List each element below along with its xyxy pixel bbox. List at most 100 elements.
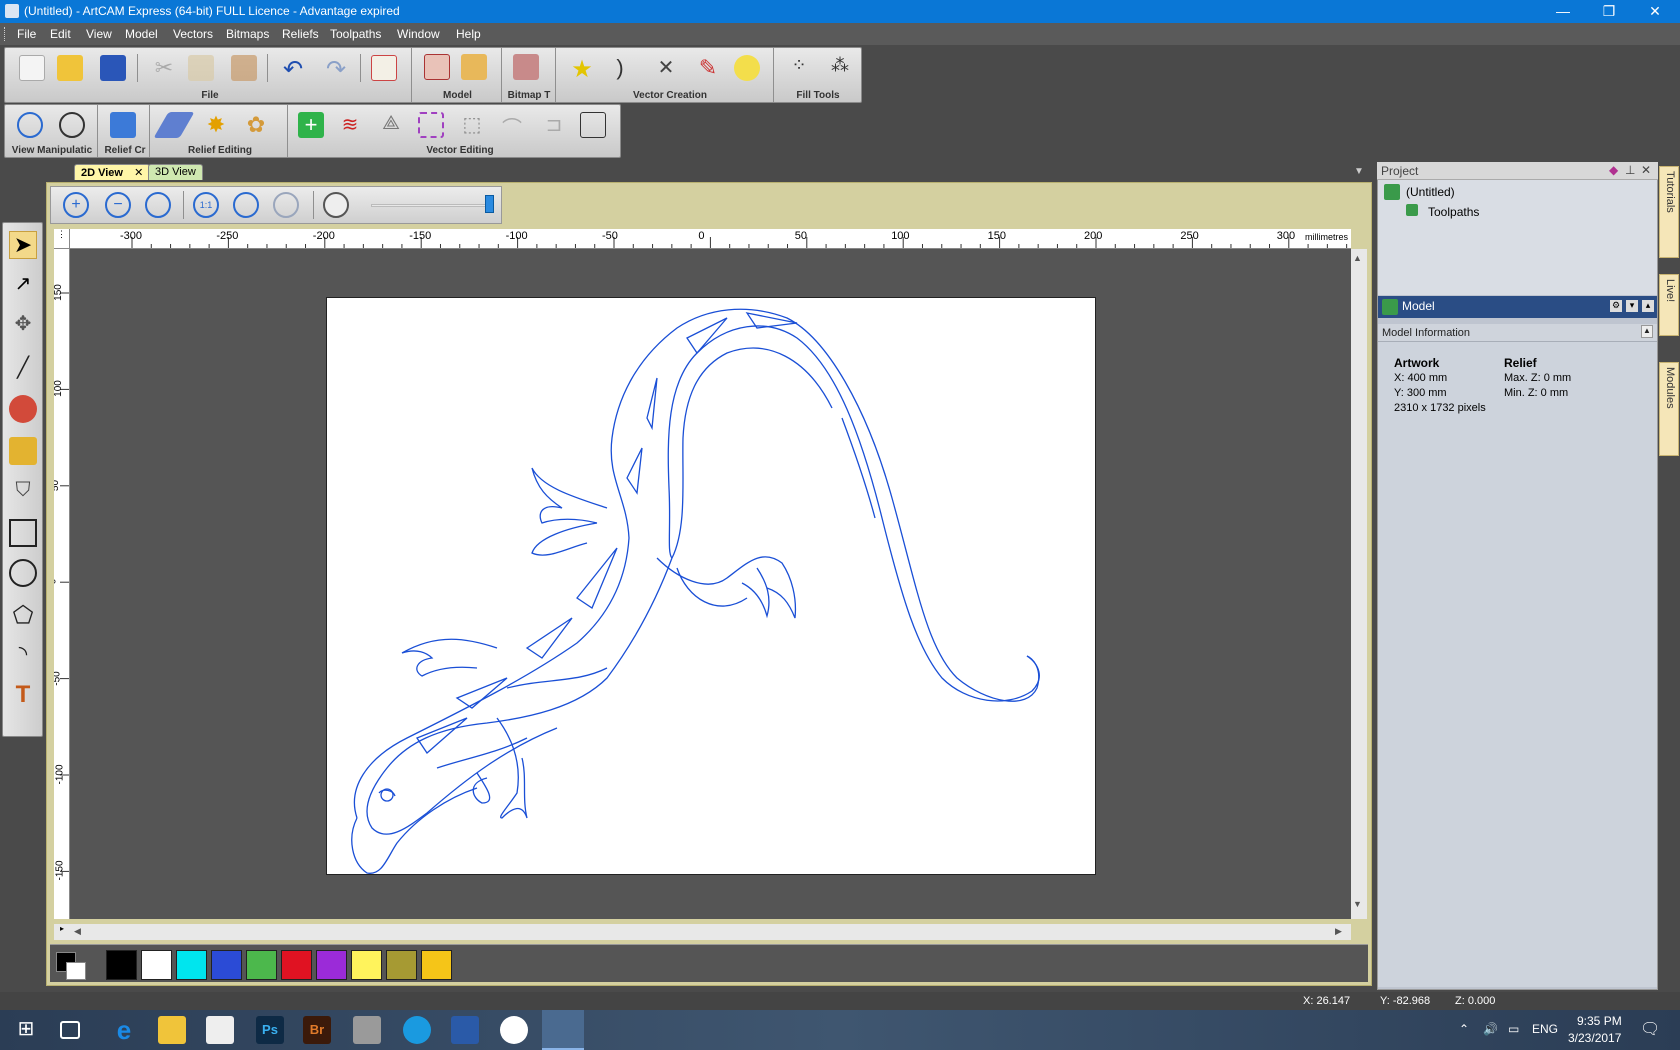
zoom-in-icon[interactable]: + <box>63 192 89 218</box>
palette-swatch[interactable] <box>211 950 242 980</box>
open-folder-icon[interactable] <box>57 55 83 81</box>
select-arrow-icon[interactable]: ➤ <box>9 231 37 259</box>
edge-browser-icon[interactable]: e <box>110 1016 138 1044</box>
windows-start-icon[interactable]: ⊞ <box>12 1016 40 1044</box>
scroll-right-icon[interactable]: ▶ <box>1335 926 1342 937</box>
cut-icon[interactable]: ✂ <box>151 55 177 81</box>
blend-slider-track[interactable] <box>371 204 491 207</box>
close-window-button[interactable]: ✕ <box>1632 0 1678 23</box>
node-edit-icon[interactable]: ↗ <box>9 271 37 299</box>
model-dropdown-icon[interactable]: ▾ <box>1626 300 1638 312</box>
relief-blend-icon[interactable]: ✿ <box>243 112 269 138</box>
photoshop-icon[interactable]: Ps <box>256 1016 284 1044</box>
palette-swatch[interactable] <box>176 950 207 980</box>
palette-swatch[interactable] <box>106 950 137 980</box>
menu-window[interactable]: Window <box>397 27 440 41</box>
scroll-up-icon[interactable]: ▲ <box>1353 253 1362 263</box>
vertical-scrollbar[interactable]: ▲ ▼ <box>1351 249 1367 919</box>
menu-vectors[interactable]: Vectors <box>173 27 213 41</box>
palette-swatch[interactable] <box>351 950 382 980</box>
palette-swatch[interactable] <box>316 950 347 980</box>
arc-vector-icon[interactable]: ) <box>607 55 633 81</box>
tray-chevron-icon[interactable]: ⌃ <box>1459 1022 1469 1036</box>
relief-create-icon[interactable] <box>110 112 136 138</box>
menu-model[interactable]: Model <box>125 27 158 41</box>
zoom-previous-icon[interactable] <box>145 192 171 218</box>
model-collapse-icon[interactable]: ▴ <box>1642 300 1654 312</box>
transform-icon[interactable] <box>580 112 606 138</box>
polygon-icon[interactable]: ⬠ <box>9 601 37 629</box>
secondary-color-swatch[interactable] <box>66 962 86 980</box>
lizard-vector-artwork[interactable] <box>327 298 1097 876</box>
bitmap-to-vector-icon[interactable] <box>9 437 37 465</box>
paste-icon[interactable] <box>231 55 257 81</box>
group-vectors-icon[interactable] <box>418 112 444 138</box>
toolpaths-tree-item[interactable]: Toolpaths <box>1428 205 1479 219</box>
restore-button[interactable]: ❐ <box>1586 0 1632 23</box>
tray-date[interactable]: 3/23/2017 <box>1568 1031 1621 1045</box>
arc-fillet-icon[interactable]: ⌒ <box>499 112 525 140</box>
palette-swatch[interactable] <box>246 950 277 980</box>
tabs-dropdown-icon[interactable]: ▼ <box>1354 166 1364 177</box>
store-icon[interactable] <box>206 1016 234 1044</box>
offset-icon[interactable]: ⊐ <box>541 112 567 138</box>
notification-icon[interactable]: 🗨 <box>1640 1019 1660 1039</box>
zoom-out-icon[interactable]: − <box>105 192 131 218</box>
camera-app-icon[interactable] <box>353 1016 381 1044</box>
task-view-icon[interactable] <box>60 1021 80 1039</box>
panel-paint-icon[interactable]: ◆ <box>1609 163 1618 177</box>
onepassword-icon[interactable] <box>500 1016 528 1044</box>
add-node-icon[interactable]: + <box>298 112 324 138</box>
menu-reliefs[interactable]: Reliefs <box>282 27 319 41</box>
arc-icon[interactable]: ◝ <box>9 641 37 669</box>
palette-swatch[interactable] <box>281 950 312 980</box>
menu-file[interactable]: File <box>17 27 36 41</box>
star-vector-icon[interactable]: ★ <box>569 55 595 83</box>
paint-bucket-icon[interactable] <box>9 395 37 423</box>
tab-2d-view[interactable]: 2D View ✕ <box>74 164 151 180</box>
fill-dots-icon[interactable]: ⁘ <box>786 55 812 81</box>
project-root-item[interactable]: (Untitled) <box>1406 185 1455 199</box>
word-icon[interactable] <box>451 1016 479 1044</box>
new-file-icon[interactable] <box>19 55 45 81</box>
scroll-down-icon[interactable]: ▼ <box>1353 899 1362 909</box>
horizontal-scrollbar[interactable]: ◀ ▶ <box>70 924 1351 940</box>
palette-swatch[interactable] <box>386 950 417 980</box>
model-size-icon[interactable] <box>424 54 450 80</box>
redo-icon[interactable]: ↷ <box>323 55 349 83</box>
tray-time[interactable]: 9:35 PM <box>1577 1014 1622 1028</box>
shape-weld-icon[interactable]: ⬚ <box>459 112 485 138</box>
zoom-view-icon[interactable] <box>17 112 43 138</box>
scroll-corner-icon[interactable]: ▸ <box>54 924 70 940</box>
zoom-fit-icon[interactable] <box>233 192 259 218</box>
tray-language[interactable]: ENG <box>1532 1022 1558 1036</box>
model-settings-icon[interactable]: ⚙ <box>1610 300 1622 312</box>
relief-plane-icon[interactable] <box>153 112 195 138</box>
save-icon[interactable] <box>100 55 126 81</box>
rectangle-icon[interactable] <box>9 519 37 547</box>
wave-star-icon[interactable]: ≋ <box>337 112 363 138</box>
palette-swatch[interactable] <box>141 950 172 980</box>
text-tool-icon[interactable]: T <box>9 681 37 709</box>
side-tab-live[interactable]: Live! <box>1659 274 1679 336</box>
bezier-pen-icon[interactable]: ✎ <box>695 55 721 81</box>
file-explorer-icon[interactable] <box>158 1016 186 1044</box>
mirror-shape-icon[interactable]: ⟁ <box>378 112 404 138</box>
menu-view[interactable]: View <box>86 27 112 41</box>
fill-network-icon[interactable]: ⁂ <box>827 55 853 81</box>
model-info-collapse-icon[interactable]: ▲ <box>1641 325 1653 338</box>
polyline-icon[interactable]: ╱ <box>9 355 37 383</box>
ruler-corner[interactable]: ⋮ <box>54 229 70 249</box>
bitmap-tools-icon[interactable] <box>513 54 539 80</box>
notes-icon[interactable] <box>371 55 397 81</box>
side-tab-modules[interactable]: Modules <box>1659 362 1679 456</box>
artcam-taskbar-icon[interactable] <box>542 1010 584 1050</box>
zoom-selection-icon[interactable] <box>273 192 299 218</box>
messenger-icon[interactable] <box>403 1016 431 1044</box>
scroll-left-icon[interactable]: ◀ <box>74 926 81 937</box>
menu-help[interactable]: Help <box>456 27 481 41</box>
palette-swatch[interactable] <box>421 950 452 980</box>
tab-3d-view[interactable]: 3D View <box>148 164 203 180</box>
volume-icon[interactable]: 🔊 <box>1483 1022 1498 1036</box>
minimize-button[interactable]: — <box>1540 0 1586 23</box>
